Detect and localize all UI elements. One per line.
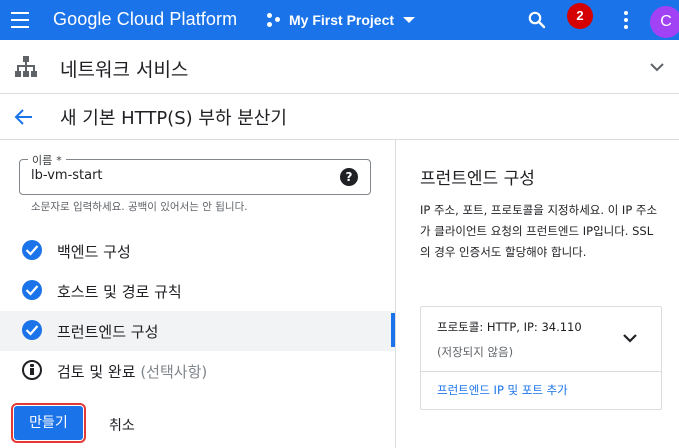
product-name[interactable]: Google Cloud Platform <box>53 9 237 30</box>
step-host-path-rules[interactable]: 호스트 및 경로 규칙 <box>0 271 395 311</box>
back-arrow-icon[interactable] <box>13 106 35 128</box>
network-services-icon <box>14 55 38 79</box>
cancel-button[interactable]: 취소 <box>109 415 135 435</box>
name-field[interactable]: 이름 * lb-vm-start ? <box>19 152 371 195</box>
step-label: 프런트엔드 구성 <box>57 323 159 341</box>
name-hint: 소문자로 입력하세요. 공백이 있어서는 안 됩니다. <box>31 201 248 213</box>
chevron-down-icon[interactable] <box>647 57 667 77</box>
hamburger-menu-icon[interactable] <box>9 9 31 31</box>
top-app-bar: Google Cloud Platform My First Project 2… <box>0 0 679 40</box>
project-dots-icon <box>267 12 283 28</box>
section-header: 네트워크 서비스 <box>0 40 679 94</box>
protocol-summary[interactable]: 프로토콜: HTTP, IP: 34.110 <box>437 319 582 335</box>
create-button[interactable]: 만들기 <box>11 403 86 443</box>
optional-label: (선택사항) <box>140 363 208 381</box>
step-label: 백엔드 구성 <box>57 243 131 261</box>
frontend-ip-card: 프로토콜: HTTP, IP: 34.110 (저장되지 않음) 프런트엔드 I… <box>420 306 662 410</box>
unsaved-status: (저장되지 않음) <box>437 345 514 359</box>
project-selector[interactable]: My First Project <box>267 8 416 32</box>
wizard-steps-column: 이름 * lb-vm-start ? 소문자로 입력하세요. 공백이 있어서는 안… <box>0 140 395 448</box>
step-review-finalize[interactable]: 검토 및 완료 (선택사항) <box>0 351 395 391</box>
add-frontend-ip-port-link[interactable]: 프런트엔드 IP 및 포트 추가 <box>437 382 568 398</box>
more-vert-icon[interactable] <box>620 10 632 30</box>
check-circle-icon <box>22 320 42 340</box>
frontend-config-panel: 프런트엔드 구성 IP 주소, 포트, 프로토콜을 지정하세요. 이 IP 주소… <box>396 140 679 448</box>
card-divider <box>421 371 661 372</box>
panel-title: 프런트엔드 구성 <box>420 169 535 189</box>
search-icon[interactable] <box>527 10 547 30</box>
avatar[interactable]: C <box>650 6 679 38</box>
caret-down-icon <box>403 17 416 23</box>
project-name: My First Project <box>289 12 395 28</box>
chevron-down-icon[interactable] <box>621 329 639 347</box>
name-field-label: 이름 * <box>28 152 66 168</box>
page-header: 새 기본 HTTP(S) 부하 분산기 <box>0 94 679 140</box>
page-title: 새 기본 HTTP(S) 부하 분산기 <box>60 108 287 129</box>
check-circle-icon <box>22 240 42 260</box>
notifications-badge[interactable]: 2 <box>567 3 593 29</box>
panel-description: IP 주소, 포트, 프로토콜을 지정하세요. 이 IP 주소가 클라이언트 요… <box>420 203 658 259</box>
step-label: 호스트 및 경로 규칙 <box>57 283 182 301</box>
help-icon[interactable]: ? <box>340 168 358 186</box>
step-backend-config[interactable]: 백엔드 구성 <box>0 231 395 271</box>
info-icon <box>22 360 42 380</box>
section-title: 네트워크 서비스 <box>60 59 189 81</box>
check-circle-icon <box>22 280 42 300</box>
name-input[interactable]: lb-vm-start <box>31 168 103 183</box>
step-frontend-config[interactable]: 프런트엔드 구성 <box>0 311 395 351</box>
step-label: 검토 및 완료 (선택사항) <box>57 363 208 381</box>
